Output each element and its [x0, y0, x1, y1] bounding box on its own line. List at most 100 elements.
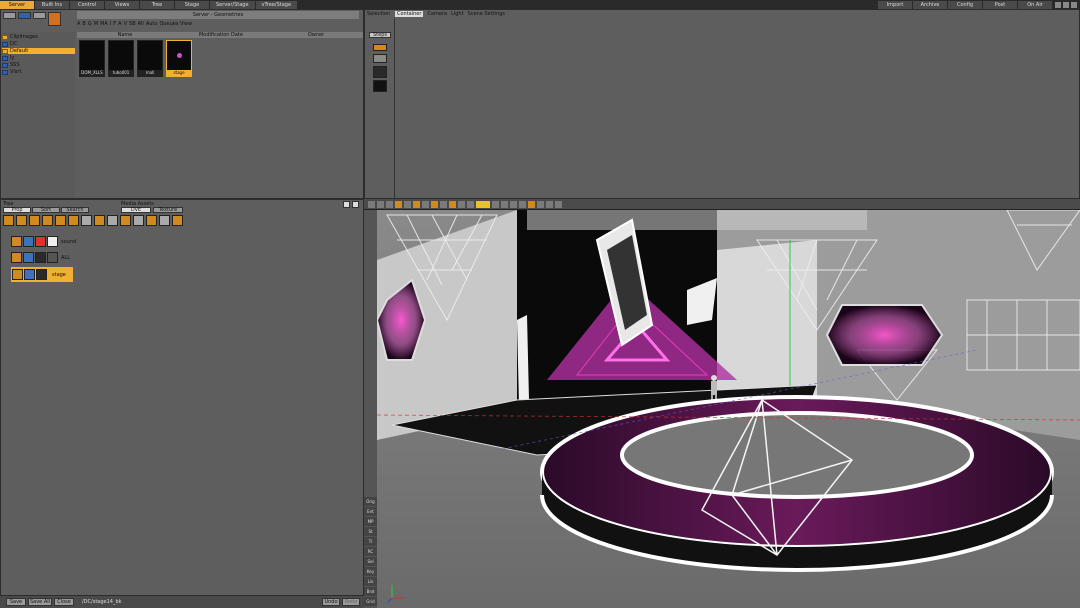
side-button-ent[interactable]: Ent [364, 507, 377, 516]
split-tool-icon[interactable] [42, 215, 53, 226]
tree-folder-vlsrt[interactable]: Vlsrt [2, 69, 21, 75]
filter-tab[interactable]: M [94, 21, 98, 27]
side-button-sel[interactable]: Sel [364, 557, 377, 566]
tool-icon[interactable] [501, 200, 508, 208]
side-button-rc[interactable]: RC [364, 547, 377, 556]
expand-icon[interactable] [94, 215, 105, 226]
maximize-icon[interactable] [352, 201, 359, 208]
light-icon[interactable] [373, 80, 387, 92]
bookmark-icon[interactable] [528, 200, 535, 208]
camera-icon[interactable] [373, 66, 387, 78]
tab-sort[interactable]: Sort [32, 207, 60, 213]
tool-icon[interactable] [519, 200, 526, 208]
zoom-out-icon[interactable] [68, 215, 79, 226]
menu-tab-control[interactable]: Control [70, 0, 104, 9]
filter-tab[interactable]: V [124, 21, 127, 27]
column-owner[interactable]: Owner [269, 32, 363, 38]
filter-tab[interactable]: I [110, 21, 111, 27]
stop-icon[interactable] [413, 200, 420, 208]
archive-button[interactable]: Archive [913, 0, 947, 9]
tab-texture[interactable]: Texture [153, 207, 183, 213]
filter-tab[interactable]: Queues View [159, 21, 192, 27]
geometry-item[interactable]: mall [137, 40, 163, 77]
copy-icon[interactable] [120, 215, 131, 226]
tree-node-sound[interactable]: sound [11, 235, 76, 248]
column-modification-date[interactable]: Modification Date [173, 32, 269, 38]
on-air-button[interactable]: On Air [1018, 0, 1052, 9]
tab-prop[interactable]: Prop [3, 207, 31, 213]
tool-icon[interactable] [368, 200, 375, 208]
tree-folder-default[interactable]: Default [2, 48, 75, 54]
close-icon[interactable] [1071, 1, 1077, 8]
tree-node-stage[interactable]: stage [11, 267, 73, 282]
tab-container[interactable]: Container [395, 11, 424, 17]
post-button[interactable]: Post [983, 0, 1017, 9]
save-button[interactable]: Save [6, 598, 26, 606]
geometry-item-selected[interactable]: stage [166, 40, 192, 77]
settings-icon[interactable] [159, 215, 170, 226]
config-button[interactable]: Config [948, 0, 982, 9]
filter-tab[interactable]: All [138, 21, 144, 27]
zoom-in-icon[interactable] [55, 215, 66, 226]
tree-folder-clipimages[interactable]: ClipImages [2, 34, 38, 40]
filter-tab[interactable]: A [77, 21, 80, 27]
menu-tab-server-stage[interactable]: Server/Stage [210, 0, 255, 9]
filter-tab[interactable]: SB [129, 21, 136, 27]
menu-tab-tree[interactable]: Tree [140, 0, 174, 9]
menu-tab-views[interactable]: Views [105, 0, 139, 9]
side-button-st[interactable]: St [364, 527, 377, 536]
group-tool-icon[interactable] [16, 215, 27, 226]
menu-tab-vtree-stage[interactable]: vTree/Stage [255, 0, 298, 9]
minimize-icon[interactable] [1055, 1, 1061, 8]
undo-button[interactable]: Undo [322, 598, 340, 606]
tool-icon[interactable] [546, 200, 553, 208]
steps-button[interactable]: Steps [369, 32, 391, 38]
server-tool-button[interactable] [3, 12, 16, 19]
collapse-icon[interactable] [107, 215, 118, 226]
paste-icon[interactable] [133, 215, 144, 226]
frame-field[interactable] [476, 200, 490, 208]
redo-button[interactable]: Redo [342, 598, 360, 606]
import-button[interactable]: Import [878, 0, 912, 9]
list-view-icon[interactable] [81, 215, 92, 226]
tree-folder-ly[interactable]: ly [2, 55, 14, 61]
column-name[interactable]: Name [77, 32, 173, 38]
menu-tab-stage[interactable]: Stage [175, 0, 209, 9]
tab-camera[interactable]: Camera [427, 11, 447, 17]
side-button-key[interactable]: Key [364, 567, 377, 576]
save-all-button[interactable]: Save All [28, 598, 52, 606]
tool-icon[interactable] [422, 200, 429, 208]
tool-icon[interactable] [492, 200, 499, 208]
tab-scene-settings[interactable]: Scene Settings [468, 11, 505, 17]
geometry-item[interactable]: DOM_XLLS [79, 40, 105, 77]
tool-icon[interactable] [510, 200, 517, 208]
filter-tab[interactable]: Auto [146, 21, 158, 27]
side-button-grid[interactable]: Grid [364, 597, 377, 606]
server-add-button[interactable] [48, 12, 61, 26]
filter-tab[interactable]: A [118, 21, 121, 27]
delete-icon[interactable] [146, 215, 157, 226]
geometry-item[interactable]: tubo001 [108, 40, 134, 77]
tool-icon[interactable] [555, 200, 562, 208]
tool-icon[interactable] [537, 200, 544, 208]
container-tool-icon[interactable] [3, 215, 14, 226]
grid-icon[interactable] [373, 54, 387, 63]
tool-icon[interactable] [458, 200, 465, 208]
tool-icon[interactable] [467, 200, 474, 208]
filter-tab[interactable]: B [82, 21, 85, 27]
server-tool-button[interactable] [18, 12, 31, 19]
tab-light[interactable]: Light [451, 11, 463, 17]
tool-icon[interactable] [377, 200, 384, 208]
side-button-orig[interactable]: Orig [364, 497, 377, 506]
filter-tab[interactable]: MA [100, 21, 108, 27]
filter-tab[interactable]: G [88, 21, 92, 27]
pause-icon[interactable] [431, 200, 438, 208]
scene-viewport[interactable] [377, 210, 1080, 608]
server-tool-button[interactable] [33, 12, 46, 19]
tool-icon[interactable] [440, 200, 447, 208]
export-icon[interactable] [172, 215, 183, 226]
menu-tab-built-ins[interactable]: Built Ins [35, 0, 69, 9]
tool-icon[interactable] [404, 200, 411, 208]
maximize-icon[interactable] [1063, 1, 1069, 8]
tree-folder-dc[interactable]: DC [2, 41, 17, 47]
